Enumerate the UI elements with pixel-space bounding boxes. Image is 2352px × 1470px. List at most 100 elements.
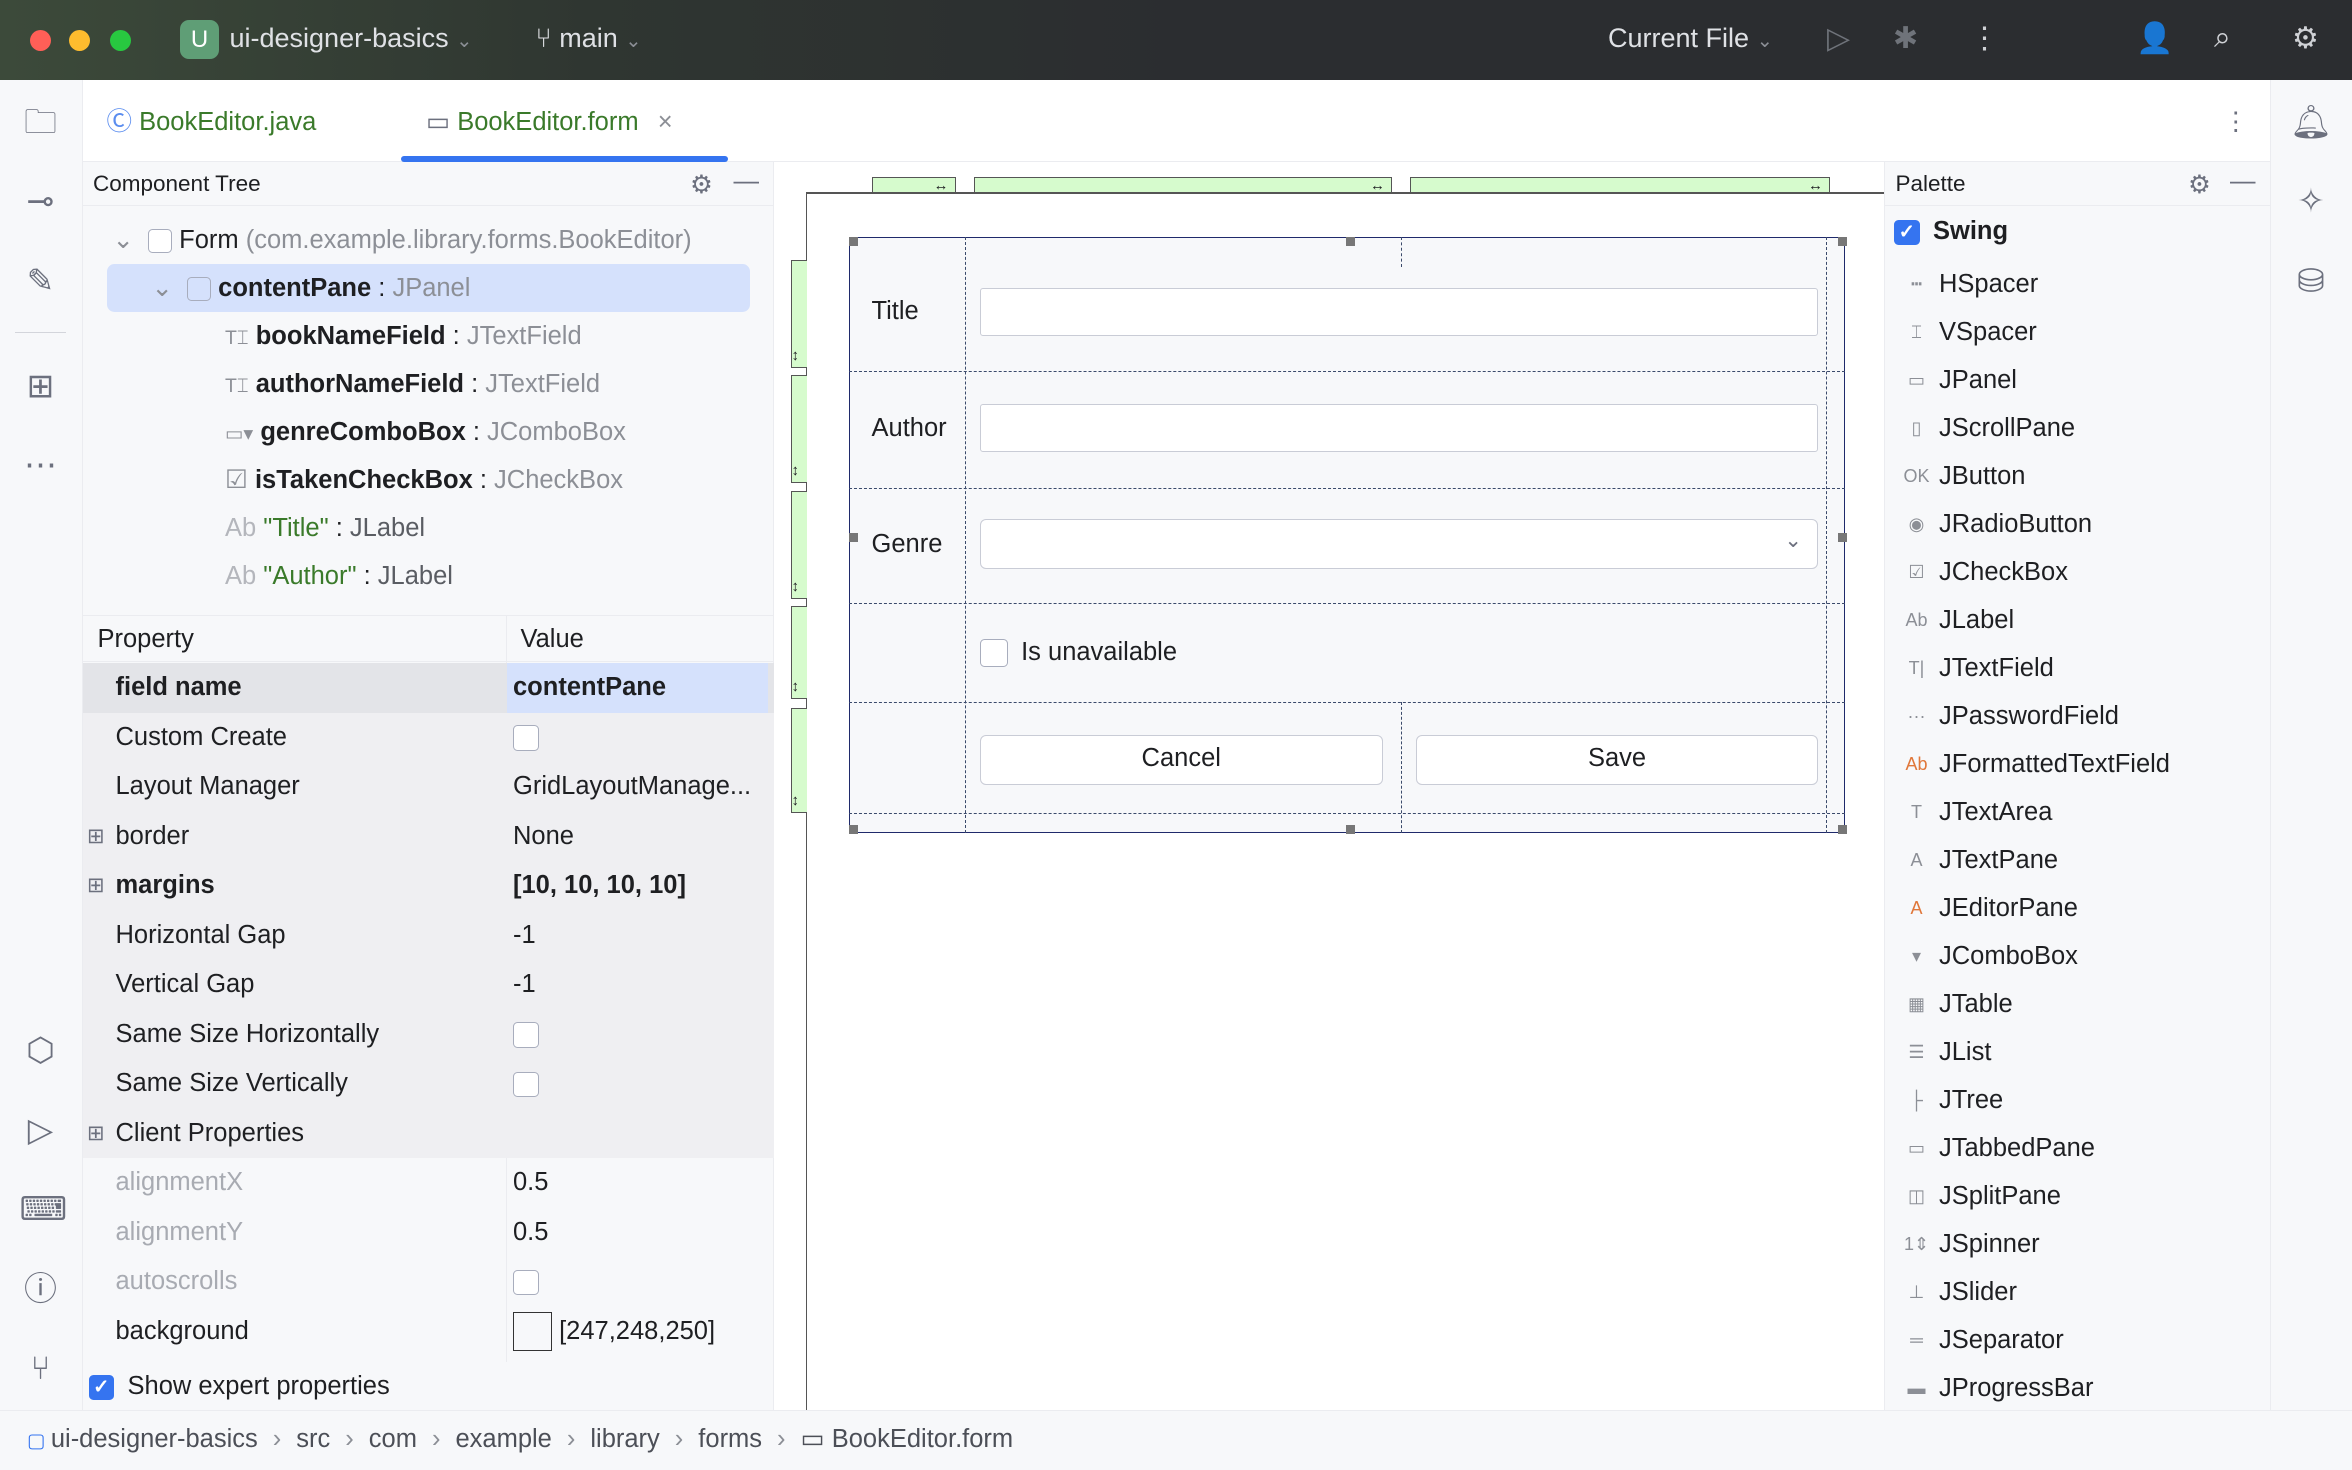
property-row[interactable]: alignmentX 0.5 [83, 1158, 775, 1208]
services-icon[interactable]: ⬡ [20, 1029, 62, 1071]
property-row[interactable]: Custom Create [82, 712, 774, 762]
more-icon[interactable]: ⋮ [1970, 21, 2000, 56]
breadcrumb-item[interactable]: ui-designer-basics [51, 1425, 258, 1453]
commit-icon[interactable]: ⊸ [20, 180, 62, 222]
debug-icon[interactable]: ✱ [1893, 21, 1918, 56]
more-tools-icon[interactable]: ⋯ [20, 444, 62, 486]
row-resize-handle[interactable]: ↕ [790, 606, 807, 699]
property-row[interactable]: ⊞ Client Properties [82, 1108, 774, 1159]
terminal-icon[interactable]: ⌨ [20, 1188, 68, 1230]
problems-icon[interactable]: ⓘ [20, 1268, 62, 1310]
expand-icon[interactable]: ⊞ [87, 1109, 105, 1159]
property-value[interactable]: 0.5 [513, 1208, 774, 1258]
run-tool-icon[interactable]: ▷ [20, 1109, 62, 1151]
resize-handle[interactable] [1837, 825, 1847, 834]
tree-item-form[interactable]: ⌄ Form (com.example.library.forms.BookEd… [113, 216, 692, 264]
property-row[interactable]: ⊞ margins [10, 10, 10, 10] [82, 861, 774, 911]
resize-handle[interactable] [849, 237, 858, 246]
gear-icon[interactable]: ⚙ [2188, 170, 2211, 200]
row-resize-handle[interactable]: ↕ [790, 375, 807, 483]
property-value[interactable]: GridLayoutManage... [513, 762, 774, 812]
minimize-icon[interactable]: — [2230, 167, 2256, 196]
run-icon[interactable]: ▷ [1827, 21, 1850, 56]
database-icon[interactable]: ⛁ [2290, 260, 2332, 302]
run-config-selector[interactable]: Current File ⌄ [1608, 23, 1773, 54]
minimize-window-button[interactable] [69, 30, 90, 51]
breadcrumb-item[interactable]: forms [698, 1425, 762, 1453]
property-row[interactable]: Same Size Horizontally [82, 1009, 774, 1059]
close-tab-icon[interactable]: × [658, 108, 673, 136]
property-row[interactable]: Same Size Vertically [82, 1059, 774, 1109]
project-selector[interactable]: ui-designer-basics ⌄ [230, 23, 473, 54]
resize-handle[interactable] [1837, 237, 1847, 246]
property-row[interactable]: autoscrolls [83, 1257, 775, 1307]
tab-bookeditor-form[interactable]: ▭ BookEditor.form × [426, 80, 673, 163]
property-value[interactable]: -1 [513, 960, 774, 1010]
group-checkbox[interactable]: ✓ [1894, 219, 1920, 246]
tree-item[interactable]: T⌶ bookNameField : JTextField [225, 312, 582, 360]
same-size-vertically-checkbox[interactable] [513, 1071, 539, 1098]
property-value[interactable]: None [513, 812, 774, 862]
show-expert-checkbox[interactable]: ✓ [88, 1374, 114, 1401]
cancel-button[interactable]: Cancel [979, 735, 1383, 785]
tree-item[interactable]: Ab "Author" : JLabel [225, 552, 453, 600]
ai-assistant-icon[interactable]: ✧ [2290, 180, 2332, 222]
property-value[interactable]: 0.5 [513, 1158, 774, 1208]
add-user-icon[interactable]: 👤 [2136, 21, 2173, 56]
property-row[interactable]: Layout Manager GridLayoutManage... [82, 762, 774, 812]
tree-item[interactable]: T⌶ authorNameField : JTextField [225, 360, 600, 408]
notifications-icon[interactable]: 🔔︎ [2290, 101, 2332, 143]
breadcrumb-item[interactable]: library [590, 1425, 659, 1453]
breadcrumb-item[interactable]: src [296, 1425, 330, 1453]
resize-handle[interactable] [849, 532, 858, 542]
is-taken-checkbox[interactable]: Is unavailable [979, 638, 1177, 668]
git-icon[interactable]: ⑂ [20, 1347, 62, 1389]
pencil-icon[interactable]: ✎ [20, 260, 62, 302]
resize-handle[interactable] [849, 825, 858, 834]
property-row[interactable]: background [247,248,250] [83, 1307, 775, 1357]
same-size-horizontally-checkbox[interactable] [513, 1022, 539, 1048]
custom-create-checkbox[interactable] [513, 725, 539, 751]
property-value[interactable]: contentPane [507, 663, 768, 713]
row-resize-handle[interactable]: ↕ [790, 708, 807, 813]
property-row[interactable]: field name contentPane [82, 663, 774, 713]
property-row[interactable]: ⊞ border None [82, 811, 774, 862]
property-row[interactable]: alignmentY 0.5 [83, 1208, 775, 1258]
minimize-icon[interactable]: — [734, 167, 760, 196]
row-resize-handle[interactable]: ↕ [790, 259, 807, 368]
tree-item[interactable]: ▭▾ genreComboBox : JComboBox [225, 408, 626, 456]
save-button[interactable]: Save [1416, 735, 1818, 785]
tree-item[interactable]: Ab "Title" : JLabel [225, 504, 425, 552]
search-icon[interactable]: ⌕ [2214, 21, 2231, 55]
color-swatch[interactable] [513, 1312, 552, 1352]
tabs-more-icon[interactable]: ⋮ [2223, 80, 2249, 163]
property-row[interactable]: Horizontal Gap -1 [82, 910, 774, 961]
settings-icon[interactable]: ⚙ [2292, 21, 2319, 56]
resize-handle[interactable] [1837, 532, 1847, 542]
author-name-field[interactable] [979, 403, 1818, 452]
breadcrumb-item[interactable]: BookEditor.form [832, 1425, 1013, 1453]
close-window-button[interactable] [30, 30, 51, 51]
maximize-window-button[interactable] [109, 30, 131, 51]
tree-item-contentpane[interactable]: ⌄ contentPane : JPanel [152, 264, 471, 312]
property-value[interactable]: -1 [513, 911, 774, 961]
tab-bookeditor-java[interactable]: Ⓒ BookEditor.java [107, 80, 317, 163]
row-resize-handle[interactable]: ↕ [790, 490, 807, 599]
folder-icon[interactable]: 🗀 [20, 101, 62, 143]
resize-handle[interactable] [1345, 825, 1355, 834]
breadcrumb-item[interactable]: com [369, 1425, 417, 1453]
show-expert-row[interactable]: ✓ Show expert properties [83, 1362, 775, 1412]
tree-item[interactable]: ☑ isTakenCheckBox : JCheckBox [225, 456, 623, 504]
property-value[interactable]: [10, 10, 10, 10] [513, 861, 774, 911]
structure-icon[interactable]: ⊞ [20, 365, 62, 407]
resize-handle[interactable] [1345, 237, 1355, 246]
property-row[interactable]: Vertical Gap -1 [82, 960, 774, 1010]
expand-icon[interactable]: ⊞ [87, 861, 105, 911]
breadcrumb-item[interactable]: example [455, 1425, 551, 1453]
gear-icon[interactable]: ⚙ [690, 170, 713, 200]
genre-combobox[interactable]: ⌄ [979, 519, 1818, 569]
autoscrolls-checkbox[interactable] [513, 1269, 539, 1296]
expand-icon[interactable]: ⊞ [87, 812, 105, 862]
book-name-field[interactable] [979, 288, 1818, 336]
branch-selector[interactable]: ⑂ main ⌄ [536, 23, 642, 54]
